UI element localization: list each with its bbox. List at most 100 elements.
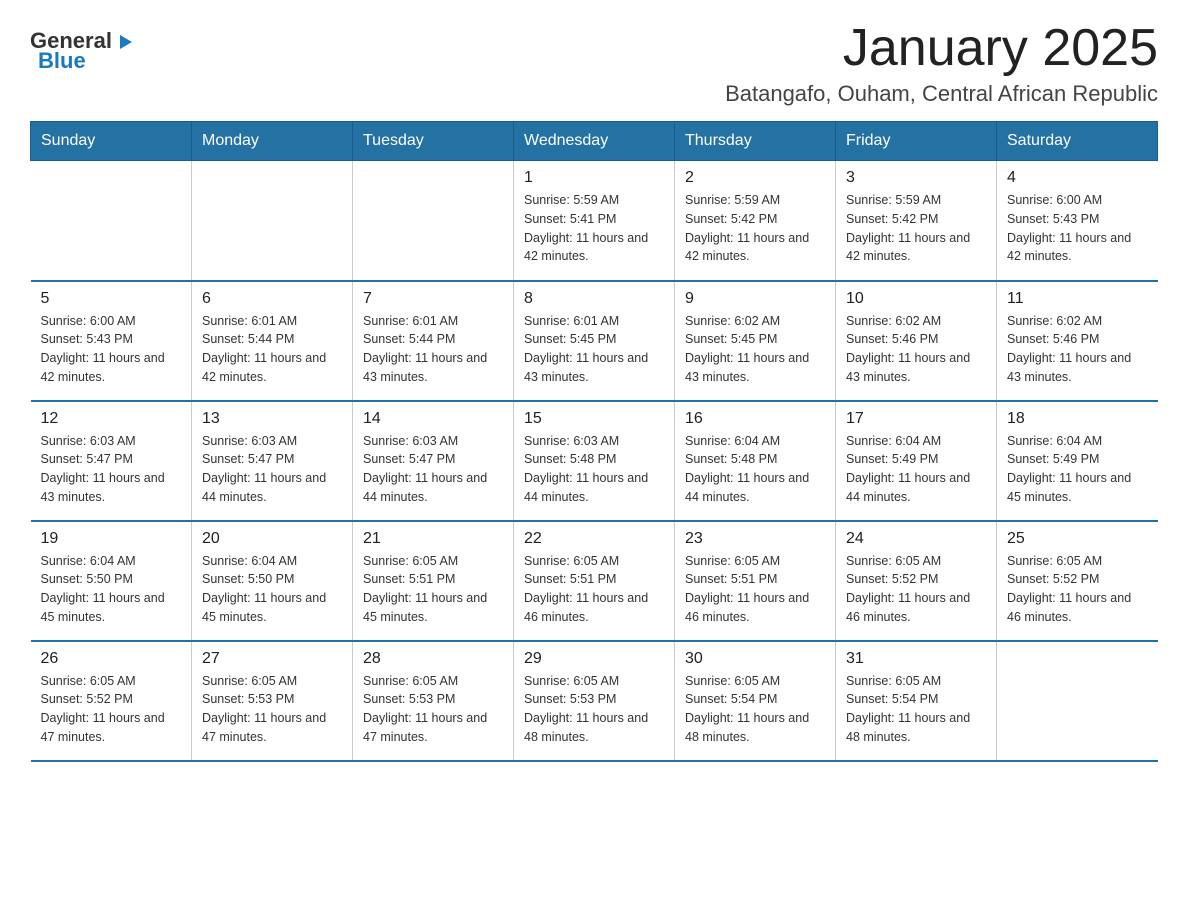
calendar-day-cell: 3Sunrise: 5:59 AMSunset: 5:42 PMDaylight…: [836, 161, 997, 281]
day-number: 13: [202, 410, 342, 428]
day-info: Sunrise: 6:05 AMSunset: 5:53 PMDaylight:…: [363, 672, 503, 747]
calendar-day-cell: 22 Sunrise: 6:05 AMSunset: 5:51 PMDayligh…: [514, 521, 675, 641]
calendar-day-cell: 5 Sunrise: 6:00 AMSunset: 5:43 PMDaylight…: [31, 281, 192, 401]
day-number: 15: [524, 410, 664, 428]
calendar-day-cell: 31Sunrise: 6:05 AMSunset: 5:54 PMDayligh…: [836, 641, 997, 761]
calendar-table: SundayMondayTuesdayWednesdayThursdayFrid…: [30, 121, 1158, 762]
calendar-day-cell: 11 Sunrise: 6:02 AMSunset: 5:46 PMDayligh…: [997, 281, 1158, 401]
day-info: Sunrise: 6:05 AMSunset: 5:52 PMDaylight:…: [1007, 552, 1148, 627]
day-number: 21: [363, 530, 503, 548]
calendar-day-cell: 21 Sunrise: 6:05 AMSunset: 5:51 PMDayligh…: [353, 521, 514, 641]
day-info: Sunrise: 6:04 AMSunset: 5:50 PMDaylight:…: [41, 552, 182, 627]
calendar-day-cell: 1 Sunrise: 5:59 AMSunset: 5:41 PMDaylight…: [514, 161, 675, 281]
calendar-day-cell: 26Sunrise: 6:05 AMSunset: 5:52 PMDayligh…: [31, 641, 192, 761]
logo-arrow-icon: [114, 31, 136, 53]
day-of-week-header: Sunday: [31, 122, 192, 161]
calendar-day-cell: 29 Sunrise: 6:05 AMSunset: 5:53 PMDayligh…: [514, 641, 675, 761]
day-of-week-header: Saturday: [997, 122, 1158, 161]
month-year-title: January 2025: [725, 20, 1158, 77]
calendar-day-cell: 4 Sunrise: 6:00 AMSunset: 5:43 PMDaylight…: [997, 161, 1158, 281]
day-number: 31: [846, 650, 986, 668]
logo: General Blue: [30, 20, 136, 74]
day-number: 9: [685, 290, 825, 308]
day-number: 7: [363, 290, 503, 308]
calendar-day-cell: 20Sunrise: 6:04 AMSunset: 5:50 PMDayligh…: [192, 521, 353, 641]
day-info: Sunrise: 6:02 AMSunset: 5:45 PMDaylight:…: [685, 312, 825, 387]
day-info: Sunrise: 6:01 AMSunset: 5:45 PMDaylight:…: [524, 312, 664, 387]
calendar-day-cell: 2 Sunrise: 5:59 AMSunset: 5:42 PMDaylight…: [675, 161, 836, 281]
calendar-week-row: 19Sunrise: 6:04 AMSunset: 5:50 PMDayligh…: [31, 521, 1158, 641]
day-number: 18: [1007, 410, 1148, 428]
day-info: Sunrise: 6:00 AMSunset: 5:43 PMDaylight:…: [1007, 191, 1148, 266]
day-number: 5: [41, 290, 182, 308]
calendar-day-cell: 19Sunrise: 6:04 AMSunset: 5:50 PMDayligh…: [31, 521, 192, 641]
calendar-day-cell: 8 Sunrise: 6:01 AMSunset: 5:45 PMDaylight…: [514, 281, 675, 401]
calendar-week-row: 12 Sunrise: 6:03 AMSunset: 5:47 PMDayligh…: [31, 401, 1158, 521]
day-number: 27: [202, 650, 342, 668]
calendar-day-cell: 28 Sunrise: 6:05 AMSunset: 5:53 PMDayligh…: [353, 641, 514, 761]
day-info: Sunrise: 6:04 AMSunset: 5:48 PMDaylight:…: [685, 432, 825, 507]
header-area: General Blue January 2025 Batangafo, Ouh…: [30, 20, 1158, 107]
day-info: Sunrise: 6:01 AMSunset: 5:44 PMDaylight:…: [202, 312, 342, 387]
day-number: 20: [202, 530, 342, 548]
day-info: Sunrise: 6:05 AMSunset: 5:53 PMDaylight:…: [202, 672, 342, 747]
day-number: 29: [524, 650, 664, 668]
day-number: 17: [846, 410, 986, 428]
day-number: 2: [685, 169, 825, 187]
day-info: Sunrise: 5:59 AMSunset: 5:41 PMDaylight:…: [524, 191, 664, 266]
day-info: Sunrise: 6:03 AMSunset: 5:47 PMDaylight:…: [41, 432, 182, 507]
calendar-day-cell: 25 Sunrise: 6:05 AMSunset: 5:52 PMDayligh…: [997, 521, 1158, 641]
day-number: 11: [1007, 290, 1148, 308]
day-info: Sunrise: 6:05 AMSunset: 5:52 PMDaylight:…: [41, 672, 182, 747]
day-info: Sunrise: 6:00 AMSunset: 5:43 PMDaylight:…: [41, 312, 182, 387]
day-info: Sunrise: 6:02 AMSunset: 5:46 PMDaylight:…: [1007, 312, 1148, 387]
day-info: Sunrise: 6:04 AMSunset: 5:49 PMDaylight:…: [1007, 432, 1148, 507]
day-of-week-header: Thursday: [675, 122, 836, 161]
day-info: Sunrise: 6:02 AMSunset: 5:46 PMDaylight:…: [846, 312, 986, 387]
day-number: 3: [846, 169, 986, 187]
day-number: 4: [1007, 169, 1148, 187]
day-info: Sunrise: 6:05 AMSunset: 5:51 PMDaylight:…: [363, 552, 503, 627]
calendar-day-cell: [997, 641, 1158, 761]
calendar-day-cell: 27 Sunrise: 6:05 AMSunset: 5:53 PMDayligh…: [192, 641, 353, 761]
day-info: Sunrise: 6:05 AMSunset: 5:53 PMDaylight:…: [524, 672, 664, 747]
calendar-day-cell: [192, 161, 353, 281]
calendar-day-cell: 30Sunrise: 6:05 AMSunset: 5:54 PMDayligh…: [675, 641, 836, 761]
calendar-header-row: SundayMondayTuesdayWednesdayThursdayFrid…: [31, 122, 1158, 161]
calendar-day-cell: 15 Sunrise: 6:03 AMSunset: 5:48 PMDayligh…: [514, 401, 675, 521]
calendar-day-cell: 7 Sunrise: 6:01 AMSunset: 5:44 PMDaylight…: [353, 281, 514, 401]
day-info: Sunrise: 6:05 AMSunset: 5:51 PMDaylight:…: [685, 552, 825, 627]
day-number: 23: [685, 530, 825, 548]
calendar-day-cell: 10 Sunrise: 6:02 AMSunset: 5:46 PMDayligh…: [836, 281, 997, 401]
day-info: Sunrise: 6:01 AMSunset: 5:44 PMDaylight:…: [363, 312, 503, 387]
day-number: 24: [846, 530, 986, 548]
day-info: Sunrise: 5:59 AMSunset: 5:42 PMDaylight:…: [685, 191, 825, 266]
calendar-week-row: 5 Sunrise: 6:00 AMSunset: 5:43 PMDaylight…: [31, 281, 1158, 401]
day-number: 6: [202, 290, 342, 308]
calendar-week-row: 26Sunrise: 6:05 AMSunset: 5:52 PMDayligh…: [31, 641, 1158, 761]
day-info: Sunrise: 6:04 AMSunset: 5:49 PMDaylight:…: [846, 432, 986, 507]
calendar-day-cell: [353, 161, 514, 281]
day-number: 28: [363, 650, 503, 668]
day-info: Sunrise: 6:03 AMSunset: 5:47 PMDaylight:…: [363, 432, 503, 507]
day-number: 12: [41, 410, 182, 428]
calendar-day-cell: 9 Sunrise: 6:02 AMSunset: 5:45 PMDaylight…: [675, 281, 836, 401]
day-number: 10: [846, 290, 986, 308]
day-number: 1: [524, 169, 664, 187]
day-info: Sunrise: 6:03 AMSunset: 5:47 PMDaylight:…: [202, 432, 342, 507]
calendar-day-cell: 18 Sunrise: 6:04 AMSunset: 5:49 PMDayligh…: [997, 401, 1158, 521]
day-number: 22: [524, 530, 664, 548]
location-subtitle: Batangafo, Ouham, Central African Republ…: [725, 81, 1158, 107]
day-info: Sunrise: 6:05 AMSunset: 5:51 PMDaylight:…: [524, 552, 664, 627]
logo-blue-text: Blue: [38, 48, 86, 74]
day-of-week-header: Tuesday: [353, 122, 514, 161]
day-number: 25: [1007, 530, 1148, 548]
day-number: 8: [524, 290, 664, 308]
calendar-day-cell: 12 Sunrise: 6:03 AMSunset: 5:47 PMDayligh…: [31, 401, 192, 521]
day-info: Sunrise: 6:03 AMSunset: 5:48 PMDaylight:…: [524, 432, 664, 507]
calendar-week-row: 1 Sunrise: 5:59 AMSunset: 5:41 PMDaylight…: [31, 161, 1158, 281]
calendar-day-cell: [31, 161, 192, 281]
day-number: 14: [363, 410, 503, 428]
day-info: Sunrise: 6:05 AMSunset: 5:54 PMDaylight:…: [685, 672, 825, 747]
calendar-day-cell: 23 Sunrise: 6:05 AMSunset: 5:51 PMDayligh…: [675, 521, 836, 641]
